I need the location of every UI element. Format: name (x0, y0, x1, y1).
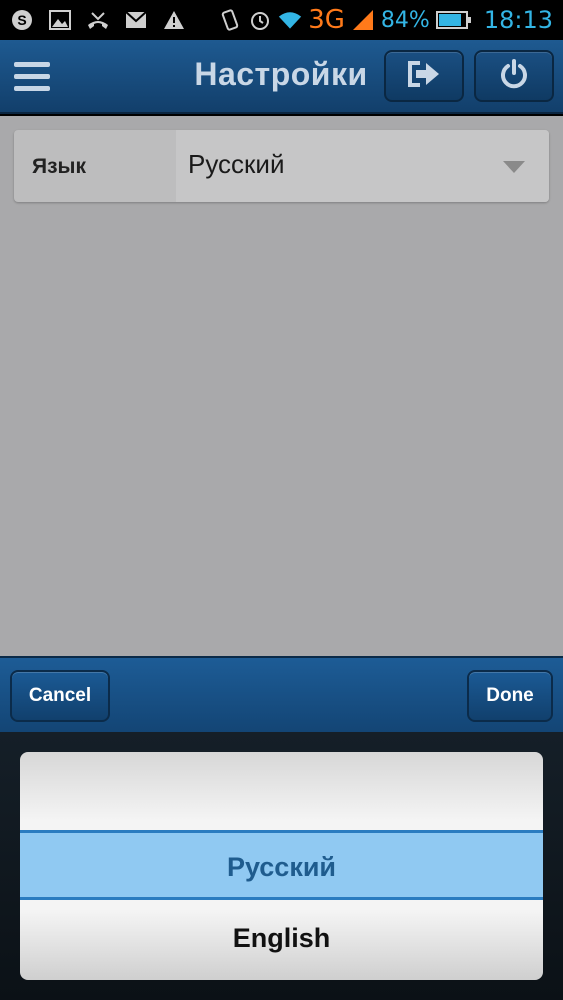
clock: 18:13 (483, 6, 553, 34)
power-button[interactable] (474, 50, 554, 102)
battery-percent: 84% (380, 7, 430, 33)
picker-panel: Русский English (0, 732, 563, 1000)
language-select[interactable]: Русский (176, 130, 549, 202)
svg-text:S: S (17, 12, 26, 28)
page-title: Настройки (194, 56, 368, 92)
language-label: Язык (32, 155, 86, 178)
alarm-icon (248, 8, 272, 32)
done-button[interactable]: Done (467, 670, 553, 722)
language-setting: Язык Русский (14, 130, 549, 202)
skype-icon: S (10, 8, 34, 32)
network-type: 3G (308, 5, 345, 35)
vibrate-icon (218, 8, 242, 32)
menu-icon[interactable] (14, 62, 50, 92)
wifi-icon (278, 8, 302, 32)
picker-option[interactable]: English (20, 902, 543, 972)
logout-button[interactable] (384, 50, 464, 102)
picker-option-selected[interactable]: Русский (20, 830, 543, 900)
cancel-button[interactable]: Cancel (10, 670, 110, 722)
image-icon (48, 8, 72, 32)
picker-wheel[interactable]: Русский English (20, 752, 543, 980)
picker-toolbar: Cancel Done (0, 656, 563, 732)
app-header: Настройки (0, 40, 563, 114)
power-icon (498, 58, 530, 95)
gmail-icon (124, 8, 148, 32)
warning-icon (162, 8, 186, 32)
chevron-down-icon (503, 161, 525, 173)
settings-content: Язык Русский (0, 116, 563, 656)
status-bar: S 3G 84% 18:13 (0, 0, 563, 40)
picker-empty-slot (20, 752, 543, 830)
language-value: Русский (188, 149, 285, 179)
logout-icon (406, 59, 442, 94)
signal-icon (351, 8, 375, 32)
battery-icon (435, 8, 472, 32)
missed-call-icon (86, 8, 110, 32)
